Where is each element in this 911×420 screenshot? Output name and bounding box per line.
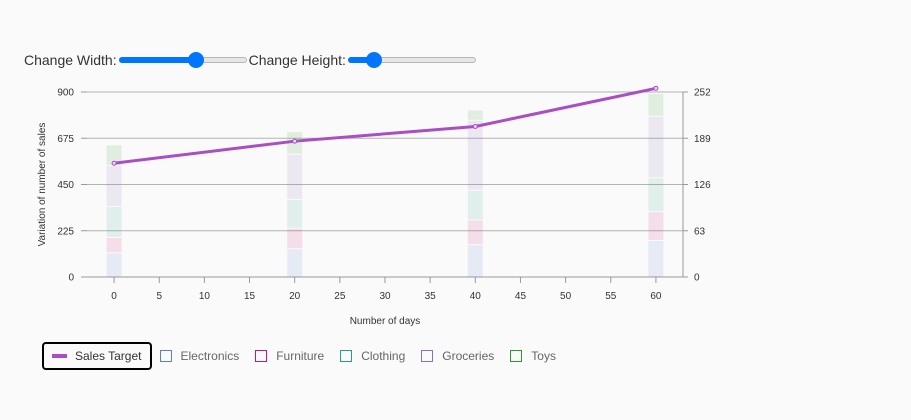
legend-item-furniture[interactable]: Furniture (247, 342, 332, 370)
x-tick-label: 25 (334, 291, 346, 302)
bar-clothing (106, 207, 122, 237)
x-tick-label: 55 (605, 291, 617, 302)
legend-swatch (159, 350, 172, 362)
bar-toys (467, 110, 483, 120)
x-tick-label: 15 (244, 291, 256, 302)
x-tick-label: 30 (379, 291, 391, 302)
legend-item-sales-target[interactable]: Sales Target (42, 342, 152, 370)
sales-chart: 0 225 450 675 900 0 63 126 189 252 0 5 10 15 20 25 30 35 4… (37, 85, 711, 327)
legend-swatch (52, 354, 67, 358)
legend-swatch (510, 350, 523, 362)
legend-swatch (421, 350, 434, 362)
legend-item-groceries[interactable]: Groceries (413, 342, 502, 370)
x-tick-label: 20 (289, 291, 301, 302)
x-tick-label: 50 (560, 291, 572, 302)
legend-swatch (255, 350, 268, 362)
y-tick-label: 225 (57, 226, 74, 237)
y2-tick-label: 252 (694, 88, 711, 99)
sales-target-point (472, 124, 478, 130)
x-tick-label: 10 (199, 291, 211, 302)
chart-legend: Sales Target Electronics Furniture Clothing… (42, 340, 564, 372)
bar-clothing (648, 178, 664, 212)
legend-label: Sales Target (75, 349, 142, 363)
x-tick-label: 40 (470, 291, 482, 302)
bar-clothing (467, 190, 483, 220)
bar-clothing (287, 199, 303, 228)
legend-swatch (340, 350, 353, 362)
y2-tick-label: 126 (694, 180, 711, 191)
x-tick-label: 45 (515, 291, 527, 302)
bar-toys (648, 94, 664, 116)
x-tick-label: 35 (425, 291, 437, 302)
bar-furniture (648, 212, 664, 240)
bar-groceries (287, 154, 303, 199)
legend-label: Electronics (180, 349, 240, 363)
x-tick-label: 60 (650, 291, 662, 302)
legend-item-electronics[interactable]: Electronics (152, 342, 248, 370)
bar-electronics (106, 253, 122, 277)
x-tick-label: 0 (111, 291, 117, 302)
bar-electronics (287, 249, 303, 277)
y2-tick-label: 0 (694, 273, 700, 284)
y-tick-label: 0 (68, 273, 74, 284)
y2-tick-label: 63 (694, 226, 706, 237)
y-axis-title: Variation of number of sales (37, 123, 48, 247)
y2-tick-label: 189 (694, 134, 711, 145)
bar-groceries (467, 120, 483, 190)
x-axis-title: Number of days (350, 316, 421, 327)
legend-label: Furniture (276, 349, 325, 363)
sales-target-point (292, 138, 298, 144)
legend-item-clothing[interactable]: Clothing (332, 342, 413, 370)
legend-item-toys[interactable]: Toys (502, 342, 564, 370)
bar-groceries (648, 116, 664, 178)
bar-electronics (467, 245, 483, 277)
y-tick-label: 450 (57, 180, 74, 191)
x-tick-label: 5 (156, 291, 162, 302)
legend-label: Clothing (361, 349, 406, 363)
bar-furniture (287, 228, 303, 249)
sales-target-line (113, 86, 657, 165)
bar-groceries (106, 165, 122, 207)
y-tick-label: 675 (57, 134, 74, 145)
sales-target-point (653, 85, 659, 91)
bar-furniture (106, 237, 122, 253)
sales-target-point (111, 160, 117, 166)
bar-furniture (467, 220, 483, 245)
y-tick-label: 900 (57, 88, 74, 99)
legend-label: Toys (531, 349, 556, 363)
legend-label: Groceries (442, 349, 495, 363)
bar-electronics (648, 241, 664, 277)
